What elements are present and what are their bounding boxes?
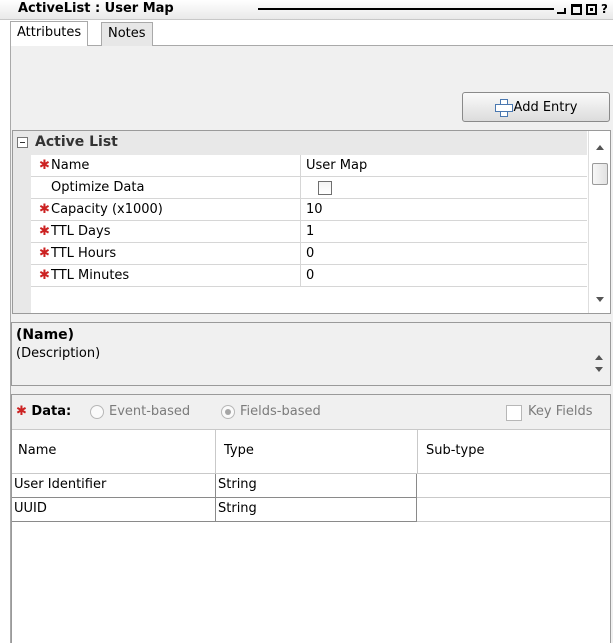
data-panel: ✱ Data: Event-based Fields-based Key Fie… [11,394,611,644]
title-drag-line[interactable] [258,8,554,10]
cell-name[interactable]: UUID [12,497,47,521]
required-marker: ✱ [39,268,50,283]
scroll-up-icon[interactable] [588,355,603,361]
column-header-name[interactable]: Name [16,438,56,464]
property-label: Name [51,158,90,173]
scroll-up-icon[interactable] [589,145,611,151]
property-label: Capacity (x1000) [51,202,163,217]
key-fields-checkbox[interactable] [506,405,522,421]
property-label: Optimize Data [51,180,145,195]
scroll-down-icon[interactable] [588,367,603,373]
key-fields-label: Key Fields [528,404,593,419]
property-row-ttl-hours[interactable]: ✱TTL Hours 0 [31,243,587,265]
property-grid: Active List ✱Name User Map Optimize Data… [12,130,611,314]
minimize-icon[interactable] [556,4,567,15]
scroll-thumb[interactable] [592,163,608,185]
add-entry-label: Add Entry [513,99,578,115]
section-label: Active List [35,134,118,150]
fields-based-label: Fields-based [240,404,321,419]
window-controls: ? [556,2,607,16]
property-row-capacity[interactable]: ✱Capacity (x1000) 10 [31,199,587,221]
grid-scrollbar[interactable] [588,131,610,313]
section-header-active-list[interactable]: Active List [13,131,587,155]
maximize-icon[interactable] [571,3,582,15]
window-title: ActiveList : User Map [18,1,174,16]
property-value[interactable]: 0 [306,243,314,264]
description-panel: (Name) (Description) [11,322,611,386]
cell-type[interactable]: String [216,497,257,521]
help-icon[interactable]: ? [601,4,607,15]
cell-name[interactable]: User Identifier [12,473,106,497]
property-row-ttl-days[interactable]: ✱TTL Days 1 [31,221,587,243]
fields-based-radio[interactable] [221,405,235,419]
data-label: ✱ Data: [16,404,72,419]
property-row-optimize-data[interactable]: Optimize Data [31,177,587,199]
column-header-type[interactable]: Type [222,438,254,464]
tab-attributes[interactable]: Attributes [10,21,89,46]
collapse-icon[interactable] [17,137,28,148]
description-scrollbar[interactable] [592,351,606,381]
event-based-radio[interactable] [90,405,104,419]
optimize-data-checkbox[interactable] [318,181,332,195]
title-bar: ActiveList : User Map ? [0,0,613,20]
property-label: TTL Hours [51,246,117,261]
property-label: TTL Days [51,224,111,239]
property-row-name[interactable]: ✱Name User Map [31,155,587,177]
tab-strip: Attributes Notes [10,20,613,46]
cell-type[interactable]: String [216,473,257,497]
property-label: TTL Minutes [51,268,130,283]
property-row-ttl-minutes[interactable]: ✱TTL Minutes 0 [31,265,587,287]
fields-table: Name Type Sub-type User Identifier Strin… [12,429,610,644]
tab-notes[interactable]: Notes [101,22,153,46]
required-marker: ✱ [39,224,50,239]
property-value[interactable]: 10 [306,199,323,220]
required-marker: ✱ [39,202,50,217]
column-header-subtype[interactable]: Sub-type [424,438,484,464]
data-type-row: ✱ Data: Event-based Fields-based Key Fie… [12,395,610,429]
add-entry-button[interactable]: Add Entry [462,92,610,122]
required-marker: ✱ [16,404,32,419]
event-based-label: Event-based [109,404,191,419]
plus-icon [494,99,513,117]
table-header: Name Type Sub-type [12,430,610,474]
scroll-down-icon[interactable] [589,297,611,303]
required-marker: ✱ [39,246,50,261]
grid-gutter [13,155,31,313]
description-title: (Name) [16,327,75,343]
required-marker: ✱ [39,158,50,173]
property-value[interactable]: 0 [306,265,314,286]
property-value[interactable]: 1 [306,221,314,242]
restore-icon[interactable] [586,3,597,15]
description-text: (Description) [16,346,101,361]
property-value[interactable]: User Map [306,155,367,176]
